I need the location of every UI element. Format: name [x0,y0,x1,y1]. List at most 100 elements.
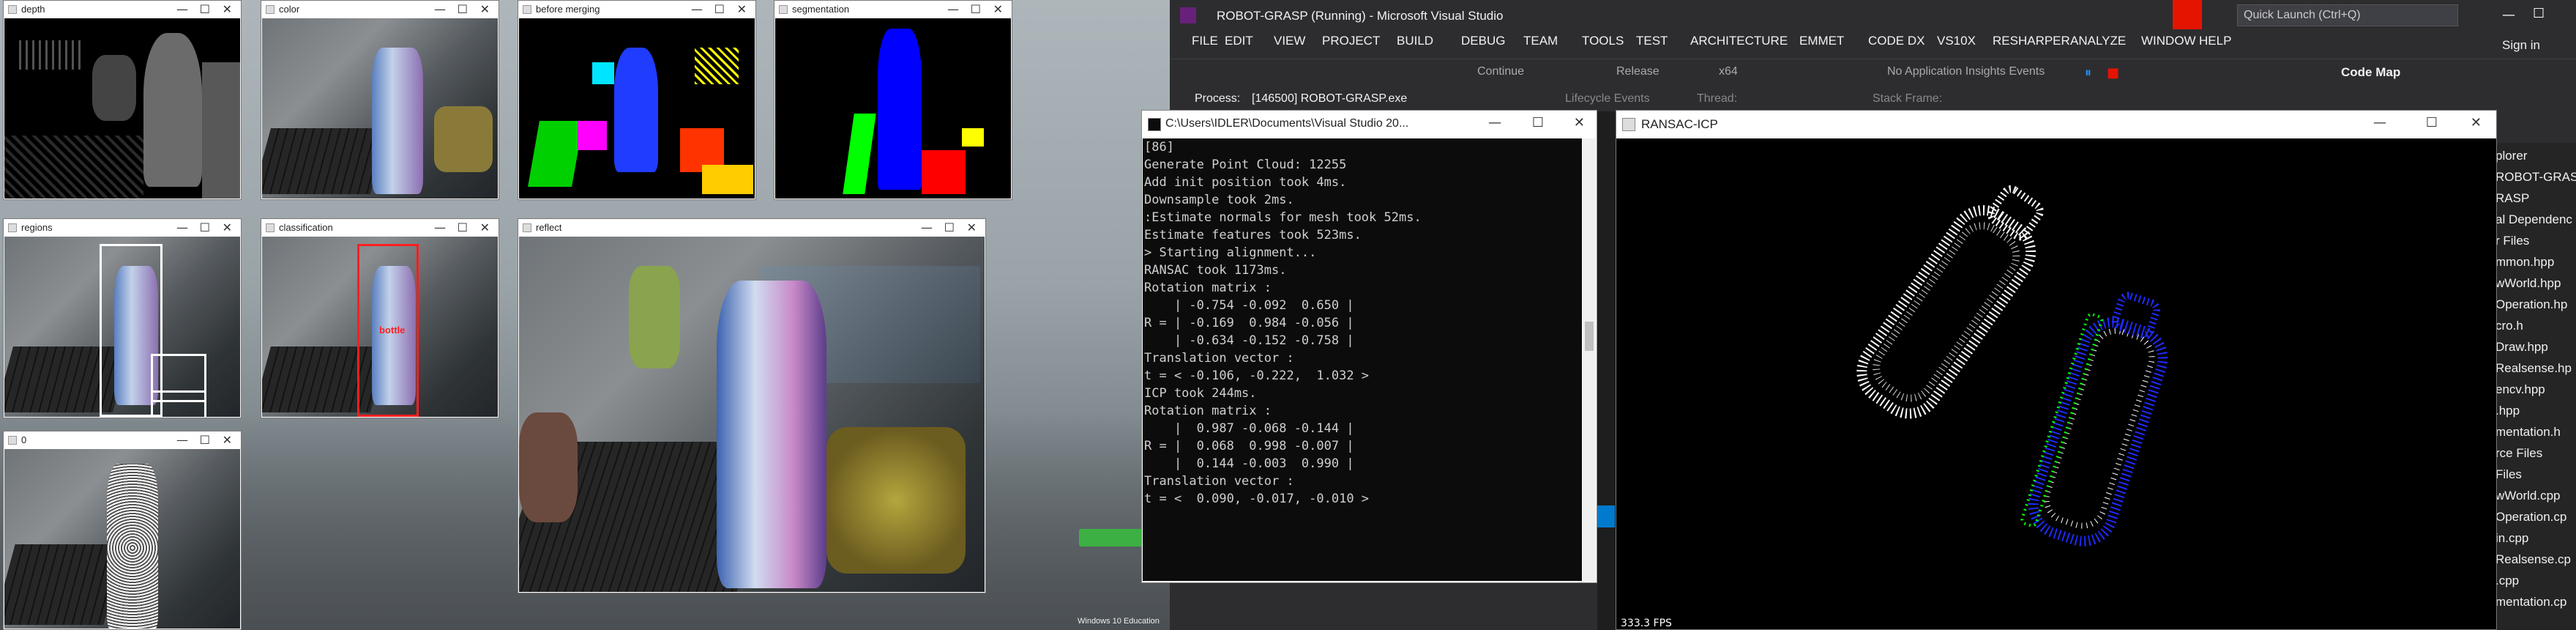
close-button[interactable]: ✕ [993,2,1003,16]
titlebar[interactable]: classification — ☐ ✕ [261,219,499,237]
maximize-button[interactable]: ☐ [971,2,981,16]
solution-explorer[interactable]: plorer ROBOT-GRASP' (RASP al Dependenc r Fi… [2491,143,2576,630]
maximize-button[interactable]: ☐ [200,220,210,234]
window-segmentation[interactable]: segmentation — ☐ ✕ [774,0,1012,200]
solution-item[interactable]: Realsense.hp [2495,361,2572,376]
maximize-button[interactable]: ☐ [200,433,210,447]
maximize-button[interactable]: ☐ [2426,115,2438,130]
minimize-button[interactable]: — [434,2,446,16]
window-depth[interactable]: depth — ☐ ✕ [3,0,242,200]
minimize-button[interactable]: — [434,220,446,234]
ransac-icp-window[interactable]: RANSAC-ICP — ☐ ✕ 333.3 FPS [1616,110,2497,630]
solution-item[interactable]: rce Files [2495,446,2542,461]
titlebar[interactable]: reflect — ☐ ✕ [518,219,985,237]
minimize-button[interactable]: — [921,220,933,234]
menu-view[interactable]: VIEW [1274,34,1305,48]
menu-edit[interactable]: EDIT [1225,34,1253,48]
maximize-button[interactable]: ☐ [200,2,210,16]
solution-item[interactable]: Operation.hp [2495,297,2567,312]
menu-analyze[interactable]: ANALYZE [2070,34,2126,48]
quick-launch-input[interactable]: Quick Launch (Ctrl+Q) [2237,4,2458,26]
minimize-button[interactable]: — [176,220,188,234]
window-classification[interactable]: classification — ☐ ✕ bottle [261,218,499,418]
solution-item[interactable]: wWorld.cpp [2495,489,2561,503]
scrollbar[interactable] [1583,138,1596,581]
code-map-button[interactable]: Code Map [2341,65,2400,80]
titlebar[interactable]: segmentation — ☐ ✕ [774,1,1012,18]
menu-tools[interactable]: TOOLS [1582,34,1624,48]
menu-file[interactable]: FILE [1192,34,1218,48]
menu-test[interactable]: TEST [1636,34,1668,48]
window-regions[interactable]: regions — ☐ ✕ [3,218,242,418]
minimize-button[interactable]: — [1488,115,1501,130]
process-select[interactable]: [146500] ROBOT-GRASP.exe [1252,92,1407,105]
menu-build[interactable]: BUILD [1397,34,1433,48]
minimize-button[interactable]: — [947,2,959,16]
insights-button[interactable]: No Application Insights Events [1887,65,2045,78]
solution-item[interactable]: .hpp [2495,404,2520,418]
close-button[interactable]: ✕ [223,220,232,234]
maximize-button[interactable]: ☐ [458,220,468,234]
solution-item[interactable]: in.cpp [2495,531,2528,546]
close-button[interactable]: ✕ [223,2,232,16]
solution-item[interactable]: Files [2495,467,2522,482]
titlebar[interactable]: regions — ☐ ✕ [4,219,241,237]
maximize-button[interactable]: ☐ [458,2,468,16]
minimize-button[interactable]: — [2373,115,2386,130]
solution-item[interactable]: Operation.cp [2495,510,2566,525]
solution-item[interactable]: al Dependenc [2495,212,2572,227]
menu-emmet[interactable]: EMMET [1799,34,1844,48]
console-window[interactable]: C:\Users\IDLER\Documents\Visual Studio 2… [1141,110,1597,583]
solution-item[interactable]: encv.hpp [2495,382,2545,397]
menu-code-dx[interactable]: CODE DX [1868,34,1924,48]
menu-vs10x[interactable]: VS10X [1937,34,1976,48]
minimize-button[interactable]: — [176,2,188,16]
titlebar[interactable]: 0 — ☐ ✕ [4,431,241,449]
solution-item[interactable]: mentation.h [2495,425,2561,440]
close-button[interactable]: ✕ [1574,115,1585,130]
solution-item[interactable]: mentation.cp [2495,595,2566,609]
minimize-button[interactable]: — [176,433,188,447]
solution-item[interactable]: Draw.hpp [2495,340,2548,355]
pause-icon[interactable]: ⏸ [2085,65,2091,81]
stop-icon[interactable]: ■ [2107,65,2119,81]
menu-resharper[interactable]: RESHARPER [1993,34,2070,48]
menu-project[interactable]: PROJECT [1322,34,1380,48]
menu-help[interactable]: HELP [2199,34,2231,48]
maximize-button[interactable]: ☐ [1532,115,1544,130]
titlebar[interactable]: before merging — ☐ ✕ [518,1,755,18]
window-before-merging[interactable]: before merging — ☐ ✕ [518,0,756,200]
titlebar[interactable]: depth — ☐ ✕ [4,1,241,18]
close-button[interactable]: ✕ [480,220,490,234]
menu-architecture[interactable]: ARCHITECTURE [1690,34,1788,48]
solution-item[interactable]: mmon.hpp [2495,255,2554,270]
titlebar[interactable]: RANSAC-ICP — ☐ ✕ [1616,111,2496,138]
menu-debug[interactable]: DEBUG [1461,34,1505,48]
lifecycle-events-button[interactable]: Lifecycle Events [1565,92,1650,105]
titlebar[interactable]: color — ☐ ✕ [261,1,499,18]
solution-item[interactable]: ROBOT-GRASP' ( [2495,170,2576,185]
point-cloud-view[interactable] [1616,138,2498,629]
scrollbar-thumb[interactable] [1585,322,1594,351]
config-select[interactable]: Release [1616,65,1660,78]
maximize-button[interactable]: ☐ [944,220,955,234]
sign-in-link[interactable]: Sign in [2502,38,2540,53]
solution-item[interactable]: .cpp [2495,574,2519,588]
notification-flag-icon[interactable] [2173,0,2202,29]
solution-item[interactable]: wWorld.hpp [2495,276,2561,291]
close-button[interactable]: ✕ [967,220,977,234]
window-reflect[interactable]: reflect — ☐ ✕ [518,218,986,593]
window-color[interactable]: color — ☐ ✕ [261,0,499,200]
solution-item[interactable]: r Files [2495,234,2529,248]
window-0[interactable]: 0 — ☐ ✕ [3,431,242,630]
solution-item[interactable]: Realsense.cp [2495,552,2571,567]
solution-item[interactable]: RASP [2495,191,2529,206]
minimize-button[interactable]: — [691,2,703,16]
solution-item[interactable]: cro.h [2495,319,2523,333]
vs-maximize-button[interactable]: ☐ [2533,6,2545,21]
menu-window[interactable]: WINDOW [2141,34,2196,48]
close-button[interactable]: ✕ [480,2,490,16]
close-button[interactable]: ✕ [2471,115,2482,130]
close-button[interactable]: ✕ [223,433,232,447]
vs-minimize-button[interactable]: — [2502,7,2515,23]
